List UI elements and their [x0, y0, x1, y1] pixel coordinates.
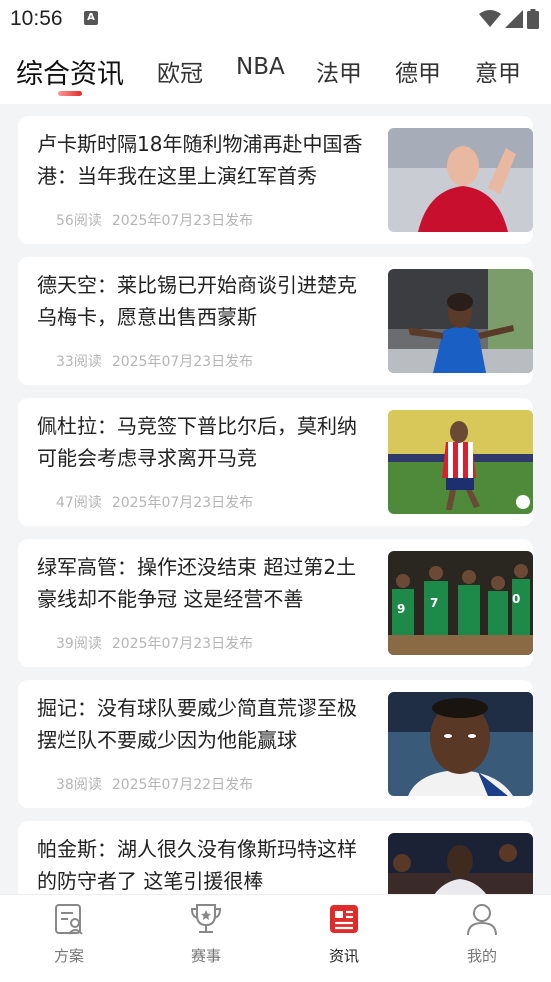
news-meta: 38阅读 2025年07月22日发布	[56, 774, 253, 794]
tab-fajia[interactable]: 法甲	[316, 54, 362, 88]
news-thumbnail	[388, 128, 533, 232]
news-title: 掘记：没有球队要威少简直荒谬至极 摆烂队不要威少因为他能赢球	[37, 696, 357, 752]
category-tabs: 综合资讯 欧冠 NBA 法甲 德甲 意甲	[0, 38, 551, 104]
status-icons	[479, 9, 539, 29]
status-time: 10:56	[10, 7, 63, 30]
publish-date: 2025年07月23日发布	[111, 636, 254, 652]
news-title: 绿军高管：操作还没结束 超过第2土豪线却不能争冠 这是经营不善	[37, 555, 357, 611]
news-meta: 33阅读 2025年07月23日发布	[56, 351, 253, 371]
nav-item-news[interactable]: 资讯	[304, 901, 384, 966]
tab-nba[interactable]: NBA	[236, 54, 285, 80]
nav-item-matches[interactable]: 赛事	[166, 901, 246, 966]
news-meta: 39阅读 2025年07月23日发布	[56, 633, 253, 653]
battery-icon	[527, 9, 539, 29]
tab-zonghe-zixun[interactable]: 综合资讯	[16, 52, 124, 91]
svg-text:0: 0	[512, 592, 520, 606]
read-count: 33阅读	[56, 354, 102, 370]
wifi-icon	[479, 10, 501, 27]
news-title: 德天空：莱比锡已开始商谈引进楚克乌梅卡，愿意出售西蒙斯	[37, 273, 357, 329]
read-count: 47阅读	[56, 495, 102, 511]
news-meta: 56阅读 2025年07月23日发布	[56, 210, 253, 230]
signal-icon	[505, 10, 523, 28]
tab-ouguan[interactable]: 欧冠	[157, 54, 203, 88]
news-thumbnail: 9 7 0	[388, 551, 533, 655]
active-tab-indicator	[58, 91, 82, 96]
news-icon	[330, 905, 358, 933]
news-thumbnail	[388, 269, 533, 373]
nav-label: 资讯	[328, 947, 359, 965]
news-thumbnail	[388, 410, 533, 514]
nav-item-me[interactable]: 我的	[442, 901, 522, 966]
svg-text:7: 7	[430, 596, 438, 610]
read-count: 39阅读	[56, 636, 102, 652]
a-icon: A	[84, 11, 98, 25]
nav-label: 赛事	[190, 947, 221, 965]
nav-item-plan[interactable]: 方案	[29, 901, 109, 966]
publish-date: 2025年07月23日发布	[111, 354, 254, 370]
news-thumbnail: District	[388, 833, 533, 894]
nav-label: 方案	[53, 947, 84, 965]
news-card[interactable]: 帕金斯：湖人很久没有像斯玛特这样的防守者了 这笔引援很棒 District	[18, 821, 533, 894]
publish-date: 2025年07月23日发布	[111, 495, 254, 511]
news-title: 佩杜拉：马竞签下普比尔后，莫利纳可能会考虑寻求离开马竞	[37, 414, 357, 470]
tab-dejia[interactable]: 德甲	[395, 54, 441, 88]
nav-label: 我的	[466, 947, 497, 965]
read-count: 56阅读	[56, 213, 102, 229]
svg-text:9: 9	[397, 602, 405, 616]
publish-date: 2025年07月22日发布	[111, 777, 254, 793]
news-card[interactable]: 掘记：没有球队要威少简直荒谬至极 摆烂队不要威少因为他能赢球 38阅读 2025年…	[18, 680, 533, 808]
news-card[interactable]: 德天空：莱比锡已开始商谈引进楚克乌梅卡，愿意出售西蒙斯 33阅读 2025年07月…	[18, 257, 533, 385]
plan-icon	[55, 904, 83, 935]
news-card[interactable]: 绿军高管：操作还没结束 超过第2土豪线却不能争冠 这是经营不善 39阅读 2025…	[18, 539, 533, 667]
tab-yijia[interactable]: 意甲	[475, 54, 521, 88]
news-card[interactable]: 佩杜拉：马竞签下普比尔后，莫利纳可能会考虑寻求离开马竞 47阅读 2025年07月…	[18, 398, 533, 526]
read-count: 38阅读	[56, 777, 102, 793]
status-bar: 10:56 A	[0, 0, 551, 38]
news-card[interactable]: 卢卡斯时隔18年随利物浦再赴中国香港：当年我在这里上演红军首秀 56阅读 2025…	[18, 116, 533, 244]
user-icon	[467, 904, 497, 936]
news-title: 卢卡斯时隔18年随利物浦再赴中国香港：当年我在这里上演红军首秀	[37, 132, 363, 188]
bottom-navigation: 方案 赛事 资讯 我的	[0, 894, 551, 982]
news-meta: 47阅读 2025年07月23日发布	[56, 492, 253, 512]
publish-date: 2025年07月23日发布	[111, 213, 254, 229]
trophy-icon	[190, 904, 222, 933]
news-feed[interactable]: 卢卡斯时隔18年随利物浦再赴中国香港：当年我在这里上演红军首秀 56阅读 2025…	[18, 116, 533, 894]
news-thumbnail	[388, 692, 533, 796]
news-title: 帕金斯：湖人很久没有像斯玛特这样的防守者了 这笔引援很棒	[37, 837, 357, 893]
